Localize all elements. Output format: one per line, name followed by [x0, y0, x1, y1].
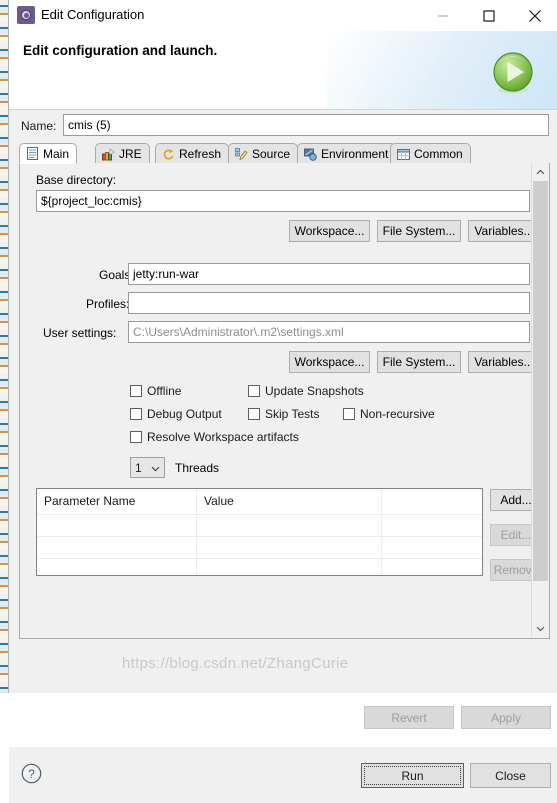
table-cell: [382, 537, 482, 558]
table-cell: [197, 515, 382, 536]
title-bar: Edit Configuration: [9, 0, 557, 31]
table-column-extra: [382, 489, 482, 514]
checkbox-box: [130, 385, 142, 397]
threads-value: 1: [135, 460, 142, 475]
checkbox-update-snapshots[interactable]: Update Snapshots: [248, 384, 364, 398]
common-table-icon: [397, 148, 410, 161]
tab-jre[interactable]: JRE: [95, 143, 150, 164]
checkbox-label: Non-recursive: [360, 407, 435, 421]
scrollbar-thumb[interactable]: [533, 181, 548, 581]
dialog-header: Edit configuration and launch.: [9, 31, 557, 110]
tab-label: Main: [43, 146, 70, 161]
environment-icon: [304, 148, 317, 161]
profiles-input[interactable]: [128, 292, 530, 314]
source-edit-icon: [235, 147, 248, 161]
background-app-sliver: [0, 0, 8, 693]
user-settings-label: User settings:: [43, 326, 117, 340]
apply-button[interactable]: Apply: [461, 706, 551, 729]
table-cell: [197, 537, 382, 558]
tab-label: Common: [414, 147, 463, 161]
books-icon: [102, 147, 115, 161]
settings-variables-button[interactable]: Variables...: [468, 351, 540, 373]
table-column-parameter-name: Parameter Name: [37, 489, 197, 514]
dialog-body: Name: cmis (5) Main JRE Refresh Source E…: [9, 110, 557, 803]
tab-label: JRE: [119, 147, 142, 161]
main-tab-panel: Base directory: ${project_loc:cmis} Work…: [19, 163, 550, 639]
window-title: Edit Configuration: [41, 7, 145, 22]
page-title: Edit configuration and launch.: [23, 43, 218, 58]
checkbox-label: Update Snapshots: [265, 384, 364, 398]
chevron-down-icon: [151, 461, 164, 475]
base-directory-label: Base directory:: [36, 173, 117, 187]
checkbox-box: [248, 385, 260, 397]
configuration-name-row: Name: cmis (5): [17, 114, 550, 138]
checkbox-label: Offline: [147, 384, 182, 398]
scroll-down-icon[interactable]: [532, 620, 549, 637]
tab-common[interactable]: Common: [390, 143, 471, 164]
table-cell: [197, 559, 382, 575]
edit-configuration-dialog: Edit Configuration Edit configuration an…: [8, 0, 557, 803]
base-file-system-button[interactable]: File System...: [377, 220, 461, 242]
revert-button[interactable]: Revert: [364, 706, 454, 729]
checkbox-box: [130, 431, 142, 443]
checkbox-offline[interactable]: Offline: [130, 384, 181, 398]
run-play-icon: [491, 51, 535, 95]
svg-text:?: ?: [28, 767, 35, 781]
table-cell: [37, 537, 197, 558]
checkbox-box: [130, 408, 142, 420]
checkbox-label: Resolve Workspace artifacts: [147, 430, 299, 444]
checkbox-box: [343, 408, 355, 420]
settings-workspace-button[interactable]: Workspace...: [289, 351, 370, 373]
tab-environment[interactable]: Environment: [297, 143, 397, 164]
table-cell: [37, 559, 197, 575]
scroll-up-icon[interactable]: [532, 163, 549, 180]
maximize-button[interactable]: [466, 0, 511, 31]
tab-refresh[interactable]: Refresh: [155, 143, 230, 164]
focus-ring: [364, 766, 461, 785]
settings-file-system-button[interactable]: File System...: [377, 351, 461, 373]
table-cell: [382, 559, 482, 575]
tab-strip: Main JRE Refresh Source Environment Comm…: [19, 143, 550, 165]
base-directory-input[interactable]: ${project_loc:cmis}: [36, 190, 530, 212]
table-cell: [37, 515, 197, 536]
user-settings-input[interactable]: C:\Users\Administrator\.m2\settings.xml: [128, 321, 530, 343]
tab-label: Environment: [321, 147, 389, 161]
threads-select[interactable]: 1: [130, 457, 165, 478]
checkbox-resolve-workspace-artifacts[interactable]: Resolve Workspace artifacts: [130, 430, 299, 444]
refresh-icon: [162, 148, 175, 161]
name-input[interactable]: cmis (5): [63, 114, 549, 136]
checkbox-skip-tests[interactable]: Skip Tests: [248, 407, 319, 421]
close-icon[interactable]: [512, 0, 557, 31]
document-icon: [26, 147, 39, 160]
tab-label: Source: [252, 147, 291, 161]
checkbox-label: Debug Output: [147, 407, 222, 421]
table-header-row: Parameter Name Value: [37, 489, 482, 514]
checkbox-non-recursive[interactable]: Non-recursive: [343, 407, 435, 421]
run-button[interactable]: Run: [361, 763, 464, 788]
base-workspace-button[interactable]: Workspace...: [289, 220, 370, 242]
tab-main[interactable]: Main: [19, 143, 78, 164]
table-cell: [382, 515, 482, 536]
name-label: Name:: [21, 119, 57, 133]
checkbox-debug-output[interactable]: Debug Output: [130, 407, 222, 421]
threads-label: Threads: [175, 461, 220, 475]
parameters-table[interactable]: Parameter Name Value: [36, 488, 483, 576]
table-column-value: Value: [197, 489, 382, 514]
minimize-button[interactable]: [420, 0, 465, 31]
panel-scrollbar[interactable]: [531, 163, 549, 637]
checkbox-box: [248, 408, 260, 420]
gear-icon: [17, 6, 35, 24]
table-row[interactable]: [37, 514, 482, 536]
help-question-icon[interactable]: ?: [21, 763, 42, 784]
dialog-footer: ? Run Close: [9, 747, 557, 803]
table-row[interactable]: [37, 558, 482, 575]
tab-label: Refresh: [179, 147, 222, 161]
tab-source[interactable]: Source: [228, 143, 299, 164]
checkbox-label: Skip Tests: [265, 407, 320, 421]
base-variables-button[interactable]: Variables...: [468, 220, 540, 242]
table-row[interactable]: [37, 536, 482, 558]
profiles-label: Profiles:: [86, 297, 130, 311]
close-button[interactable]: Close: [470, 763, 551, 788]
goals-input[interactable]: jetty:run-war: [128, 263, 530, 285]
